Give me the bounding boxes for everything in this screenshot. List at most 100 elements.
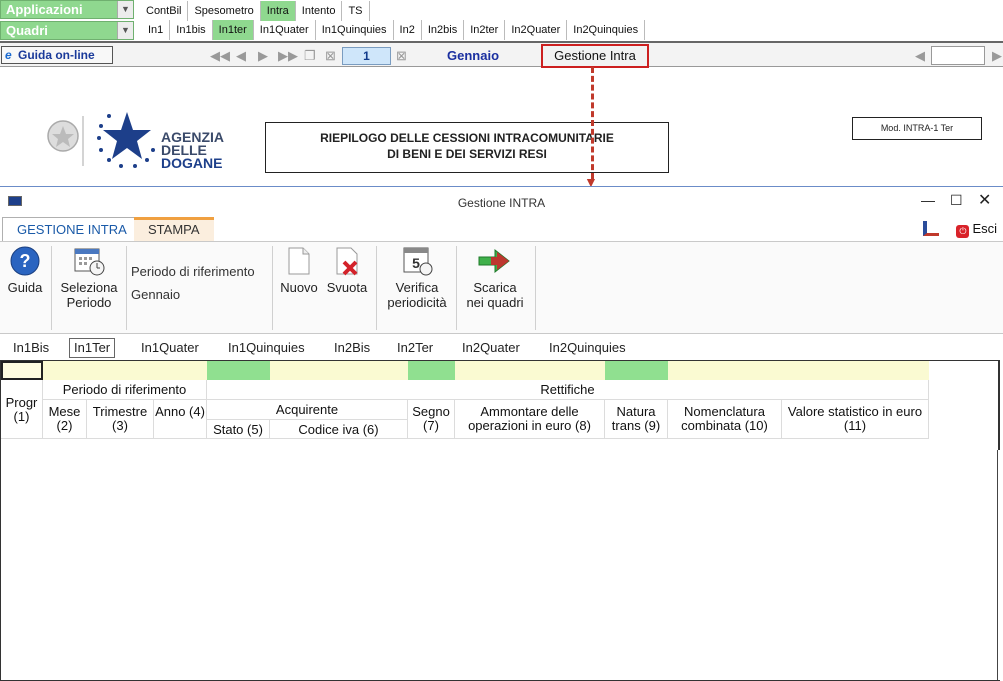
chevron-down-icon[interactable]: ▼ xyxy=(117,1,133,18)
grid-band-cell xyxy=(605,361,668,380)
document-title: RIEPILOGO DELLE CESSIONI INTRACOMUNITARI… xyxy=(265,122,669,173)
current-month: Gennaio xyxy=(447,48,500,63)
prev-arrow-icon[interactable]: ◀ xyxy=(915,48,925,64)
close-icon[interactable]: ✕ xyxy=(978,190,991,210)
scarica-nei-quadri-button[interactable]: Scarica nei quadri xyxy=(460,246,530,310)
tab-in1quinquies[interactable]: In1Quinquies xyxy=(316,20,394,40)
header-trimestre: Trimestre (3) xyxy=(87,400,154,439)
prev-page-icon[interactable]: ◀ xyxy=(236,48,246,64)
agency-line-3: DOGANE xyxy=(161,155,222,171)
copy-page-icon[interactable]: ❐ xyxy=(304,48,316,64)
power-icon: ⏻ xyxy=(956,225,970,238)
header-nomenclatura: Nomenclatura combinata (10) xyxy=(668,400,782,439)
header-codice-iva: Codice iva (6) xyxy=(270,420,408,439)
tab-spesometro[interactable]: Spesometro xyxy=(188,1,261,21)
tab-stampa[interactable]: STAMPA xyxy=(134,217,214,241)
seleziona-label-2: Periodo xyxy=(66,295,112,310)
tab-in2bis[interactable]: In2bis xyxy=(422,20,465,40)
calendar-clock-icon xyxy=(74,248,105,276)
guida-online-button[interactable]: e Guida on-line xyxy=(1,46,113,64)
periodo-riferimento-value: Gennaio xyxy=(131,287,181,302)
tab-in2ter[interactable]: In2ter xyxy=(464,20,506,40)
grid-band-cell xyxy=(408,361,455,380)
delete-icon[interactable]: ⊠ xyxy=(396,48,407,64)
page-number[interactable]: 1 xyxy=(342,47,391,65)
ie-icon: e xyxy=(5,48,12,62)
subtab-in1quater[interactable]: In1Quater xyxy=(141,340,199,355)
separator xyxy=(535,246,536,330)
nuovo-button[interactable]: Nuovo xyxy=(278,246,320,295)
subtab-in1ter[interactable]: In1Ter xyxy=(69,338,116,358)
guida-label: Guida xyxy=(7,280,43,295)
next-arrow-icon[interactable]: ▶ xyxy=(992,48,1002,64)
subtab-in2bis[interactable]: In2Bis xyxy=(334,340,370,355)
gestione-intra-dialog: Gestione INTRA — ☐ ✕ GESTIONE INTRA STAM… xyxy=(0,186,1003,681)
grid-band-cell[interactable] xyxy=(1,361,43,380)
header-mese: Mese (2) xyxy=(43,400,87,439)
tab-in2[interactable]: In2 xyxy=(394,20,422,40)
guida-online-label: Guida on-line xyxy=(18,48,95,62)
chevron-down-icon[interactable]: ▼ xyxy=(117,22,133,39)
minimize-icon[interactable]: — xyxy=(921,192,935,208)
quadri-tabs: In1 In1bis In1ter In1Quater In1Quinquies… xyxy=(142,20,646,40)
vertical-scrollbar[interactable] xyxy=(997,450,1001,680)
dialog-title: Gestione INTRA xyxy=(457,196,546,210)
esci-button[interactable]: ⏻ Esci xyxy=(956,221,997,238)
tab-intra[interactable]: Intra xyxy=(260,1,296,21)
tab-in2quinquies[interactable]: In2Quinquies xyxy=(567,20,646,40)
nuovo-label: Nuovo xyxy=(280,280,318,295)
maximize-icon[interactable]: ☐ xyxy=(950,192,963,209)
arrow-right-icon xyxy=(478,248,510,274)
tab-in1[interactable]: In1 xyxy=(142,20,171,40)
title-line-1: RIEPILOGO DELLE CESSIONI INTRACOMUNITARI… xyxy=(320,131,614,145)
tab-in2quater[interactable]: In2Quater xyxy=(505,20,568,40)
svuota-button[interactable]: Svuota xyxy=(324,246,370,295)
header-segno: Segno (7) xyxy=(408,400,455,439)
quadri-combo[interactable]: Quadri ▼ xyxy=(0,21,134,40)
svuota-label: Svuota xyxy=(326,280,368,295)
last-page-icon[interactable]: ▶▶ xyxy=(278,48,298,64)
tab-contbil[interactable]: ContBil xyxy=(140,1,189,21)
header-ammontare: Ammontare delle operazioni in euro (8) xyxy=(455,400,605,439)
grid-band-cell xyxy=(668,361,929,380)
subtab-in1bis[interactable]: In1Bis xyxy=(13,340,49,355)
scarica-label-1: Scarica xyxy=(473,280,517,295)
delete-page-icon[interactable]: ⊠ xyxy=(325,48,336,64)
applicazioni-combo[interactable]: Applicazioni ▼ xyxy=(0,0,134,19)
tab-in1ter[interactable]: In1ter xyxy=(212,20,254,40)
separator xyxy=(376,246,377,330)
separator xyxy=(126,246,127,330)
verifica-label-1: Verifica xyxy=(395,280,439,295)
subtab-in2quinquies[interactable]: In2Quinquies xyxy=(549,340,626,355)
svg-text:?: ? xyxy=(20,251,31,271)
help-icon: ? xyxy=(10,246,40,276)
dashed-arrow-line xyxy=(591,67,597,179)
verifica-label-2: periodicità xyxy=(387,295,447,310)
subtab-in2ter[interactable]: In2Ter xyxy=(397,340,433,355)
subtab-in2quater[interactable]: In2Quater xyxy=(462,340,520,355)
language-flag-icon[interactable] xyxy=(923,221,939,236)
scarica-label-2: nei quadri xyxy=(466,295,524,310)
esci-label: Esci xyxy=(972,221,997,236)
ribbon-toolbar: ? Guida Seleziona Periodo Periodo di rif… xyxy=(0,241,1003,334)
tab-intento[interactable]: Intento xyxy=(296,1,343,21)
guida-button[interactable]: ? Guida xyxy=(6,246,44,295)
header-acquirente: Acquirente xyxy=(207,400,408,420)
tab-in1quater[interactable]: In1Quater xyxy=(254,20,316,40)
tab-ts[interactable]: TS xyxy=(342,1,370,21)
separator xyxy=(456,246,457,330)
right-nav-input[interactable] xyxy=(931,46,985,65)
seleziona-periodo-button[interactable]: Seleziona Periodo xyxy=(56,246,122,310)
verifica-periodicita-button[interactable]: 5 Verifica periodicità xyxy=(382,246,452,310)
gestione-intra-button[interactable]: Gestione Intra xyxy=(541,44,649,68)
dialog-titlebar: Gestione INTRA — ☐ ✕ xyxy=(0,187,1003,217)
header-stato: Stato (5) xyxy=(207,420,270,439)
first-page-icon[interactable]: ◀◀ xyxy=(210,48,230,64)
tab-gestione-intra[interactable]: GESTIONE INTRA xyxy=(2,217,142,241)
grid-band-cell xyxy=(455,361,605,380)
new-document-icon xyxy=(288,247,310,275)
tab-in1bis[interactable]: In1bis xyxy=(170,20,213,40)
next-page-icon[interactable]: ▶ xyxy=(258,48,268,64)
header-valore: Valore statistico in euro (11) xyxy=(782,400,929,439)
subtab-in1quinquies[interactable]: In1Quinquies xyxy=(228,340,305,355)
